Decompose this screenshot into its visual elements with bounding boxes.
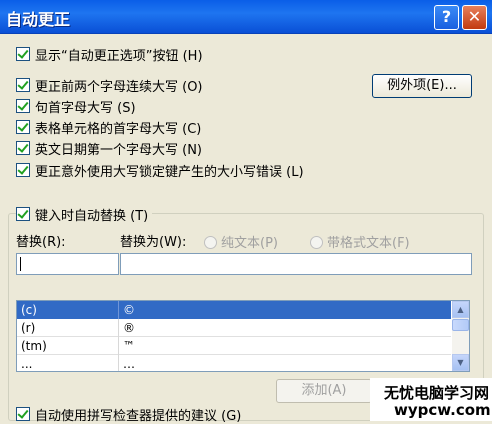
list-item[interactable]: (tm) ™ bbox=[17, 337, 451, 355]
option-label: 表格单元格的首字母大写 (C) bbox=[35, 121, 202, 137]
checkbox-use-spelling-suggestions[interactable] bbox=[16, 407, 30, 421]
arrow-down-icon[interactable]: ▼ bbox=[452, 354, 469, 371]
autocorrect-entries-list[interactable]: (c) © (r) ® (tm) ™ ... … ▲ ▼ bbox=[16, 300, 470, 372]
arrow-up-icon[interactable]: ▲ bbox=[452, 301, 469, 318]
checkbox-capitalize-table-cells[interactable] bbox=[16, 120, 30, 134]
exceptions-button[interactable]: 例外项(E)... bbox=[372, 74, 472, 98]
list-item-value: © bbox=[123, 303, 135, 317]
option-replace-as-you-type[interactable]: 键入时自动替换 (T) bbox=[16, 204, 153, 224]
option-label: 键入时自动替换 (T) bbox=[35, 208, 149, 224]
list-item-key: (tm) bbox=[21, 339, 47, 353]
list-item-key: (r) bbox=[21, 321, 36, 335]
option-label: 句首字母大写 (S) bbox=[35, 100, 136, 116]
list-item-value: … bbox=[123, 357, 135, 371]
option-capitalize-day-names[interactable]: 英文日期第一个字母大写 (N) bbox=[16, 138, 202, 158]
checkbox-capitalize-day-names[interactable] bbox=[16, 141, 30, 155]
close-button[interactable]: ✕ bbox=[462, 5, 487, 30]
with-input[interactable] bbox=[120, 253, 472, 275]
list-item-value: ® bbox=[123, 321, 135, 335]
option-correct-two-initial-caps[interactable]: 更正前两个字母连续大写 (O) bbox=[16, 75, 203, 95]
replace-label: 替换(R): bbox=[16, 235, 66, 250]
radio-plain-text[interactable]: 纯文本(P) bbox=[204, 232, 278, 251]
replace-input[interactable] bbox=[16, 253, 119, 275]
with-label: 替换为(W): bbox=[120, 235, 187, 250]
help-button[interactable]: ? bbox=[434, 5, 459, 30]
column-divider bbox=[118, 301, 119, 319]
option-show-autocorrect-button[interactable]: 显示“自动更正选项”按钮 (H) bbox=[16, 44, 203, 64]
list-item[interactable]: ... … bbox=[17, 355, 451, 371]
radio-plain-label: 纯文本(P) bbox=[221, 236, 278, 251]
text-caret bbox=[20, 257, 21, 271]
radio-formatted-icon[interactable] bbox=[310, 236, 323, 249]
option-label: 显示“自动更正选项”按钮 (H) bbox=[35, 48, 203, 64]
option-correct-caps-lock[interactable]: 更正意外使用大写锁定键产生的大小写错误 (L) bbox=[16, 160, 304, 180]
checkbox-correct-two-initial-caps[interactable] bbox=[16, 78, 30, 92]
option-capitalize-table-cells[interactable]: 表格单元格的首字母大写 (C) bbox=[16, 117, 201, 137]
checkbox-capitalize-first-letter-sentence[interactable] bbox=[16, 99, 30, 113]
option-use-spelling-suggestions[interactable]: 自动使用拼写检查器提供的建议 (G) bbox=[16, 404, 241, 424]
list-item-value: ™ bbox=[123, 339, 135, 353]
radio-formatted-label: 带格式文本(F) bbox=[327, 236, 410, 251]
option-label: 更正前两个字母连续大写 (O) bbox=[35, 79, 203, 95]
window-title: 自动更正 bbox=[6, 10, 71, 29]
list-item-key: ... bbox=[21, 357, 33, 371]
scroll-thumb[interactable] bbox=[452, 319, 469, 331]
checkbox-show-autocorrect-button[interactable] bbox=[16, 47, 30, 61]
radio-formatted-text[interactable]: 带格式文本(F) bbox=[310, 232, 410, 251]
watermark-name: 无忧电脑学习网 bbox=[384, 384, 490, 402]
option-label: 英文日期第一个字母大写 (N) bbox=[35, 142, 203, 158]
list-item[interactable]: (c) © bbox=[17, 301, 451, 319]
option-capitalize-first-letter-sentence[interactable]: 句首字母大写 (S) bbox=[16, 96, 136, 116]
add-button[interactable]: 添加(A) bbox=[276, 379, 372, 403]
title-bar: 自动更正 ? ✕ bbox=[0, 0, 492, 34]
checkbox-replace-as-you-type[interactable] bbox=[16, 207, 30, 221]
column-divider bbox=[118, 319, 119, 337]
list-item-key: (c) bbox=[21, 303, 37, 317]
watermark-url: wypcw.com bbox=[394, 401, 491, 419]
list-item[interactable]: (r) ® bbox=[17, 319, 451, 337]
list-scrollbar[interactable]: ▲ ▼ bbox=[452, 301, 469, 371]
checkbox-correct-caps-lock[interactable] bbox=[16, 163, 30, 177]
option-label: 更正意外使用大写锁定键产生的大小写错误 (L) bbox=[35, 164, 304, 180]
column-divider bbox=[118, 337, 119, 355]
column-divider bbox=[118, 355, 119, 371]
radio-plain-icon[interactable] bbox=[204, 236, 217, 249]
site-watermark: 无忧电脑学习网 wypcw.com bbox=[370, 378, 492, 421]
